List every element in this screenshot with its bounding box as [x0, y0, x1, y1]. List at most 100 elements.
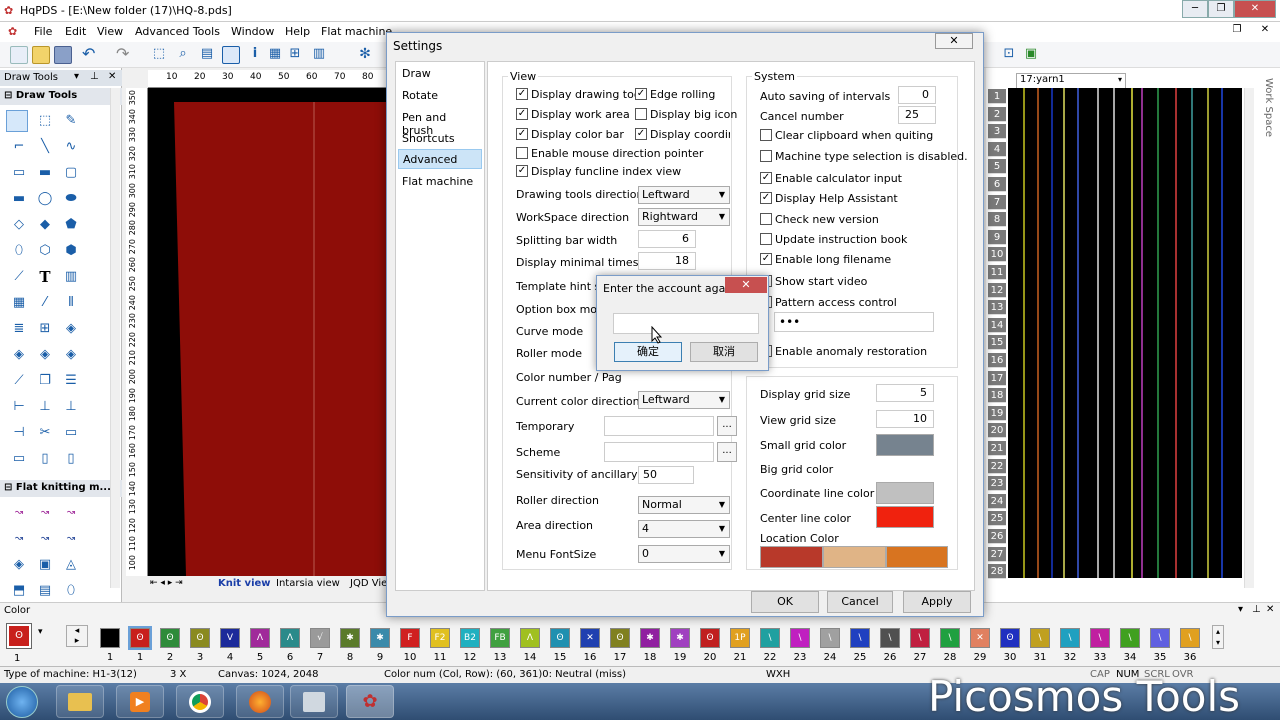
color-cell[interactable]: ʘ — [550, 628, 570, 648]
color-cell[interactable]: ʘ — [190, 628, 210, 648]
mdi-close-button[interactable]: ✕ — [1256, 24, 1274, 38]
yarn-select[interactable]: 17:yarn1 ▾ — [1016, 73, 1126, 89]
color-scroll-right[interactable]: ▴ ▾ — [1212, 625, 1224, 649]
frame-icon[interactable]: ▭ — [62, 424, 80, 442]
row-number[interactable]: 17 — [988, 370, 1006, 386]
row-number[interactable]: 20 — [988, 423, 1006, 439]
color-cell[interactable]: \ — [1150, 628, 1170, 648]
row-number[interactable]: 22 — [988, 458, 1006, 474]
menu-advanced-tools[interactable]: Advanced Tools — [135, 25, 220, 38]
confirm-button[interactable]: 确定 — [614, 342, 682, 362]
close-window-button[interactable]: ✕ — [1234, 0, 1276, 18]
select-drawing-tools-direction[interactable]: Leftward ▼ — [638, 186, 730, 204]
color-cell[interactable] — [100, 628, 120, 648]
checkbox-display-drawing-tools[interactable]: ✓ — [516, 88, 528, 100]
row-number[interactable]: 8 — [988, 212, 1006, 228]
window-icon[interactable]: ▯ — [36, 450, 54, 468]
knit-op11-icon[interactable]: ▤ — [36, 582, 54, 600]
copy-icon[interactable]: ❐ — [36, 372, 54, 390]
select-roller-direction[interactable]: Normal ▼ — [638, 496, 730, 514]
diamond-icon[interactable]: ◇ — [10, 216, 28, 234]
browse-scheme-button[interactable]: ... — [717, 442, 737, 462]
image-icon[interactable]: ▣ — [1022, 46, 1040, 64]
mdi-restore-button[interactable]: ❐ — [1228, 24, 1246, 38]
nav-advanced[interactable]: Advanced — [398, 149, 482, 169]
knit-op8-icon[interactable]: ▣ — [36, 556, 54, 574]
layout-icon[interactable]: ▦ — [266, 46, 284, 64]
input-scheme[interactable] — [604, 442, 714, 462]
color-picker-dropdown-icon[interactable]: ▾ — [38, 627, 43, 637]
select-current-color-direction[interactable]: Leftward ▼ — [638, 391, 730, 409]
row-number[interactable]: 4 — [988, 141, 1006, 157]
nav-rotate[interactable]: Rotate — [398, 86, 482, 106]
row-number[interactable]: 27 — [988, 546, 1006, 562]
screen-icon[interactable]: ▭ — [10, 450, 28, 468]
color-cell[interactable]: ʘ — [128, 626, 152, 650]
row-number[interactable]: 21 — [988, 441, 1006, 456]
rectangle-icon[interactable]: ▭ — [10, 164, 28, 182]
filled-ellipse-icon[interactable]: ⬬ — [62, 190, 80, 208]
input-sensitivity-ancillary[interactable]: 50 — [638, 466, 694, 484]
row-number[interactable]: 1 — [988, 89, 1006, 104]
bucket-icon[interactable]: ◈ — [62, 320, 80, 338]
maximize-button[interactable]: ❐ — [1208, 0, 1234, 18]
mirror-icon[interactable]: ⫴ — [62, 294, 80, 312]
undo-icon[interactable]: ↶ — [82, 46, 100, 64]
color-cell[interactable]: ✱ — [640, 628, 660, 648]
checkbox-display-color-bar[interactable]: ✓ — [516, 128, 528, 140]
row-number[interactable]: 3 — [988, 124, 1006, 140]
checkbox-update-instruction-book[interactable] — [760, 233, 772, 245]
color-cell[interactable]: F — [400, 628, 420, 648]
row-number[interactable]: 13 — [988, 300, 1006, 316]
color-cell[interactable]: ✕ — [970, 628, 990, 648]
color-bar-pin-icon[interactable]: ⊥ — [1252, 604, 1261, 615]
location-color-swatch-2[interactable] — [823, 546, 886, 568]
knit-op5-icon[interactable]: ↝ — [36, 530, 54, 548]
color-cell[interactable]: ʘ — [1000, 628, 1020, 648]
media-player-icon[interactable]: ▶ — [116, 685, 164, 718]
cancel-button[interactable]: Cancel — [827, 591, 893, 613]
checkbox-edge-rolling[interactable]: ✓ — [635, 88, 647, 100]
table-icon[interactable]: ▥ — [310, 46, 328, 64]
row-number[interactable]: 28 — [988, 564, 1006, 580]
color-cell[interactable]: \ — [1090, 628, 1110, 648]
row-number[interactable]: 23 — [988, 476, 1006, 492]
color-cell[interactable]: Λ — [280, 628, 300, 648]
row-number[interactable]: 11 — [988, 265, 1006, 280]
knit-op2-icon[interactable]: ↝ — [36, 504, 54, 522]
location-color-swatch-3[interactable] — [886, 546, 948, 568]
knit-op12-icon[interactable]: ⬯ — [62, 582, 80, 600]
color-cell[interactable]: ✱ — [340, 628, 360, 648]
rect-select-icon[interactable]: ⬚ — [36, 112, 54, 130]
color-cell[interactable]: Λ — [520, 628, 540, 648]
checkbox-display-coordinate-line[interactable]: ✓ — [635, 128, 647, 140]
color-cell[interactable]: ✱ — [670, 628, 690, 648]
checkbox-long-filename[interactable]: ✓ — [760, 253, 772, 265]
color-scroll-left[interactable]: ◂ ▸ — [66, 625, 88, 647]
nav-pen-and-brush[interactable]: Pen and brush — [398, 108, 482, 137]
input-splitting-bar-width[interactable]: 6 — [638, 230, 696, 248]
app-taskbar-icon[interactable] — [290, 685, 338, 718]
rounded-rect-icon[interactable]: ▢ — [62, 164, 80, 182]
select-icon[interactable]: ⬚ — [150, 46, 168, 64]
coordinate-line-color-swatch[interactable] — [876, 482, 934, 504]
browse-temporary-button[interactable]: ... — [717, 416, 737, 436]
tile-icon[interactable]: ⊞ — [36, 320, 54, 338]
checkbox-display-big-icon[interactable] — [635, 108, 647, 120]
window2-icon[interactable]: ▯ — [62, 450, 80, 468]
color-cell[interactable]: √ — [310, 628, 330, 648]
knit-op3-icon[interactable]: ↝ — [62, 504, 80, 522]
new-file-icon[interactable] — [10, 46, 28, 64]
flat-knitting-section[interactable]: ⊟ Flat knitting m... — [0, 480, 122, 497]
grid-icon[interactable] — [222, 46, 240, 64]
color-bar-close-icon[interactable]: ✕ — [1266, 604, 1274, 615]
color-cell[interactable]: F2 — [430, 628, 450, 648]
row-number[interactable]: 10 — [988, 247, 1006, 263]
color-cell[interactable]: ✕ — [580, 628, 600, 648]
knit-op10-icon[interactable]: ⬒ — [10, 582, 28, 600]
scissors-icon[interactable]: ✂ — [36, 424, 54, 442]
export-icon[interactable]: ⊡ — [1000, 46, 1018, 64]
settings-close-button[interactable]: ✕ — [935, 33, 973, 49]
color-cell[interactable]: 1P — [730, 628, 750, 648]
tab-knit-view[interactable]: Knit view — [218, 578, 271, 589]
